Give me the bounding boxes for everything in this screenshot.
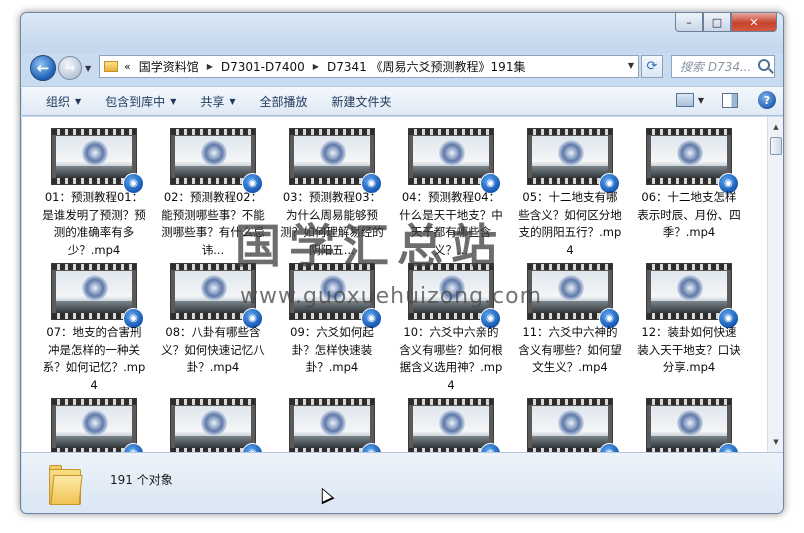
help-icon[interactable]: ? — [758, 91, 776, 109]
watermark-url: www.guoxuehuizong.com — [240, 284, 543, 309]
video-thumbnail — [408, 398, 494, 452]
breadcrumb-item-current[interactable]: D7341 《周易六爻预测教程》191集 — [327, 58, 526, 75]
close-button[interactable]: ✕ — [731, 13, 777, 32]
folder-icon — [49, 465, 83, 505]
breadcrumb-separator-icon[interactable]: ▶ — [313, 62, 319, 71]
file-item[interactable]: ◉ — [161, 395, 265, 452]
details-pane: 191 个对象 — [22, 452, 783, 513]
maximize-button[interactable]: □ — [703, 13, 731, 32]
file-item[interactable]: ◉ — [518, 395, 622, 452]
file-name: 06：十二地支怎样表示时辰、月份、四季？.mp4 — [637, 190, 741, 239]
file-name: 11：六爻中六神的含义有哪些？如何望文生义？.mp4 — [518, 325, 622, 374]
file-name: 12：装卦如何快速装入天干地支？口诀分享.mp4 — [637, 325, 741, 374]
breadcrumb-item-library[interactable]: 国学资料馆 — [139, 58, 199, 75]
command-bar: 组织 ▼ 包含到库中 ▼ 共享 ▼ 全部播放 新建文件夹 ▼ ? — [22, 86, 783, 116]
share-menu[interactable]: 共享 ▼ — [200, 93, 235, 110]
preview-pane-icon[interactable] — [722, 92, 738, 108]
file-item[interactable]: ◉ 10：六爻中六亲的含义有哪些？如何根据含义选用神？.mp4 — [399, 260, 503, 395]
media-player-icon: ◉ — [242, 443, 263, 452]
media-player-icon: ◉ — [599, 443, 620, 452]
file-item[interactable]: ◉ 01：预测教程01：是谁发明了预测？预测的准确率有多少？.mp4 — [42, 125, 146, 260]
title-bar[interactable]: – □ ✕ — [21, 13, 783, 53]
refresh-button[interactable]: ⟳ — [641, 55, 663, 78]
search-input[interactable]: 搜索 D734... — [671, 55, 775, 78]
breadcrumb-separator-icon[interactable]: ▶ — [207, 62, 213, 71]
file-item[interactable]: ◉ 08：八卦有哪些含义？如何快速记忆八卦？.mp4 — [161, 260, 265, 395]
new-folder-button[interactable]: 新建文件夹 — [332, 93, 392, 110]
video-thumbnail — [51, 398, 137, 452]
file-item[interactable]: ◉ — [637, 395, 741, 452]
search-icon[interactable] — [758, 59, 770, 71]
view-options-dropdown-icon[interactable]: ▼ — [698, 96, 704, 105]
media-player-icon: ◉ — [361, 443, 382, 452]
folder-icon — [104, 61, 118, 72]
video-thumbnail — [170, 398, 256, 452]
scroll-up-icon[interactable]: ▲ — [768, 119, 783, 135]
file-name: 01：预测教程01：是谁发明了预测？预测的准确率有多少？.mp4 — [42, 190, 146, 257]
minimize-button[interactable]: – — [675, 13, 703, 32]
chevron-down-icon: ▼ — [229, 96, 236, 106]
change-view-icon[interactable] — [675, 93, 694, 107]
address-dropdown-icon[interactable]: ▼ — [628, 61, 634, 70]
file-item[interactable]: ◉ — [42, 395, 146, 452]
vertical-scrollbar[interactable]: ▲ ▼ — [767, 117, 783, 452]
play-all-label: 全部播放 — [259, 94, 308, 109]
chevron-down-icon: ▼ — [75, 96, 82, 106]
media-player-icon: ◉ — [718, 443, 739, 452]
organize-menu[interactable]: 组织 ▼ — [46, 93, 81, 110]
new-folder-label: 新建文件夹 — [331, 94, 392, 109]
scrollbar-thumb[interactable] — [770, 137, 782, 155]
chevron-down-icon: ▼ — [170, 96, 177, 106]
address-bar[interactable]: « 国学资料馆 ▶ D7301-D7400 ▶ D7341 《周易六爻预测教程》… — [99, 55, 639, 78]
file-name: 05：十二地支有哪些含义？如何区分地支的阴阳五行？.mp4 — [518, 190, 622, 257]
video-thumbnail — [646, 398, 732, 452]
caption-buttons: – □ ✕ — [675, 13, 777, 32]
file-name: 07：地支的合害刑冲是怎样的一种关系？如何记忆？.mp4 — [42, 325, 146, 392]
file-name: 10：六爻中六亲的含义有哪些？如何根据含义选用神？.mp4 — [399, 325, 503, 392]
video-thumbnail — [527, 398, 613, 452]
play-all-button[interactable]: 全部播放 — [260, 93, 308, 110]
item-count: 191 个对象 — [110, 473, 173, 487]
file-item[interactable]: ◉ — [399, 395, 503, 452]
forward-button[interactable]: → — [58, 56, 82, 80]
file-item[interactable]: ◉ 07：地支的合害刑冲是怎样的一种关系？如何记忆？.mp4 — [42, 260, 146, 395]
file-item[interactable]: ◉ 06：十二地支怎样表示时辰、月份、四季？.mp4 — [637, 125, 741, 260]
file-item[interactable]: ◉ 09：六爻如何起卦？怎样快速装卦？.mp4 — [280, 260, 384, 395]
include-in-library-label: 包含到库中 — [105, 94, 166, 109]
media-player-icon: ◉ — [123, 443, 144, 452]
scroll-down-icon[interactable]: ▼ — [768, 434, 783, 450]
watermark-title: 国学汇总站 — [235, 219, 505, 273]
search-placeholder: 搜索 D734... — [680, 60, 752, 74]
file-item[interactable]: ◉ — [280, 395, 384, 452]
recent-pages-dropdown-icon[interactable]: ▼ — [85, 64, 91, 73]
file-name: 09：六爻如何起卦？怎样快速装卦？.mp4 — [290, 325, 374, 374]
breadcrumb-overflow-icon[interactable]: « — [124, 60, 131, 73]
media-player-icon: ◉ — [480, 443, 501, 452]
share-label: 共享 — [200, 94, 225, 109]
breadcrumb-item-range[interactable]: D7301-D7400 — [221, 60, 305, 74]
nav-buttons: ← → ▼ — [30, 55, 91, 81]
toolbar-right: ▼ ? — [675, 91, 776, 109]
file-item[interactable]: ◉ 11：六爻中六神的含义有哪些？如何望文生义？.mp4 — [518, 260, 622, 395]
organize-label: 组织 — [46, 94, 71, 109]
file-item[interactable]: ◉ 05：十二地支有哪些含义？如何区分地支的阴阳五行？.mp4 — [518, 125, 622, 260]
include-in-library-menu[interactable]: 包含到库中 ▼ — [105, 93, 176, 110]
file-item[interactable]: ◉ 12：装卦如何快速装入天干地支？口诀分享.mp4 — [637, 260, 741, 395]
file-name: 08：八卦有哪些含义？如何快速记忆八卦？.mp4 — [161, 325, 265, 374]
back-button[interactable]: ← — [30, 55, 56, 81]
video-thumbnail — [289, 398, 375, 452]
